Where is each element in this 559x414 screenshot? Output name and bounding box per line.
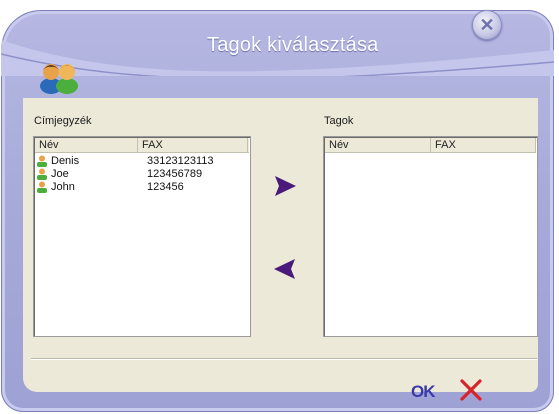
close-icon: ✕ [479, 14, 495, 35]
footer-divider [31, 358, 537, 360]
dialog-window: Tagok kiválasztása ✕ Címjegyzék Név FAX … [1, 10, 554, 412]
cancel-button[interactable] [459, 379, 483, 401]
members-header: Név FAX [325, 138, 536, 153]
arrow-left-icon [274, 259, 295, 279]
cancel-x-icon [460, 379, 482, 401]
address-book-list[interactable]: Név FAX Denis 33123123113 Joe 123456789 … [33, 136, 251, 337]
contact-name: John [51, 181, 75, 193]
list-item[interactable]: Denis 33123123113 [36, 155, 213, 167]
ok-button[interactable]: OK [411, 382, 435, 402]
contact-fax: 33123123113 [147, 155, 214, 167]
contact-name: Joe [51, 168, 69, 180]
arrow-right-icon [275, 176, 296, 196]
close-button[interactable]: ✕ [472, 10, 502, 40]
add-member-button[interactable] [273, 175, 297, 197]
column-header-fax[interactable]: FAX [138, 138, 248, 152]
column-header-name[interactable]: Név [325, 138, 431, 152]
contact-icon [37, 168, 47, 180]
remove-member-button[interactable] [273, 258, 297, 280]
contact-icon [37, 181, 47, 193]
contact-name: Denis [51, 155, 80, 167]
contact-fax: 123456789 [147, 168, 203, 180]
column-header-name[interactable]: Név [35, 138, 138, 152]
dialog-title: Tagok kiválasztása [207, 34, 379, 56]
title-bar: Tagok kiválasztása [1, 10, 554, 76]
members-list[interactable]: Név FAX [323, 136, 538, 337]
contact-icon [37, 155, 47, 167]
column-header-fax[interactable]: FAX [431, 138, 536, 152]
contact-fax: 123456 [147, 181, 184, 193]
list-item[interactable]: John 123456 [36, 181, 184, 193]
address-book-label: Címjegyzék [34, 115, 92, 127]
group-icon [40, 64, 78, 94]
list-item[interactable]: Joe 123456789 [36, 168, 202, 180]
address-book-header: Név FAX [35, 138, 249, 153]
members-label: Tagok [324, 115, 354, 127]
